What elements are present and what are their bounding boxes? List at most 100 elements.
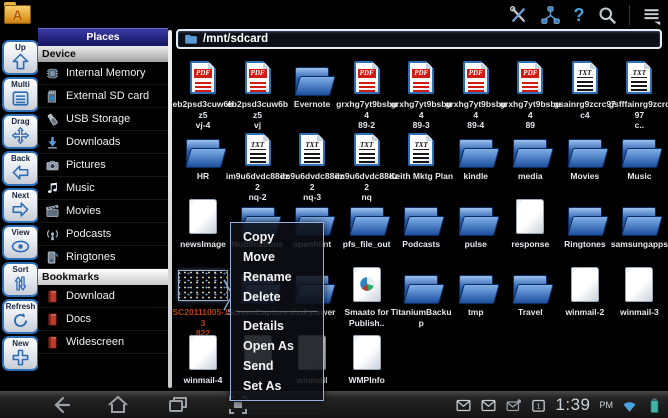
toolbar-button-sort[interactable]: Sort xyxy=(2,262,39,297)
file-item[interactable]: TXTim9u6dvdc88dz2 nq-3 xyxy=(285,130,339,203)
file-file-icon xyxy=(189,198,217,236)
file-item[interactable]: TXTKeith Mktg Plan xyxy=(394,130,448,182)
clock[interactable]: 1:39 xyxy=(555,391,590,418)
file-item[interactable]: PDFgrxhg7yt9bsbu4 89-4 xyxy=(449,58,503,131)
file-item[interactable]: TXTim9u6dvdc88dz2 nq xyxy=(340,130,394,203)
folder-item[interactable]: tmp xyxy=(449,266,503,318)
folder-item[interactable]: TitaniumBackup xyxy=(394,266,448,328)
sidebar-item-download[interactable]: Download xyxy=(38,285,168,308)
context-menu-item-details[interactable]: Details xyxy=(231,316,323,336)
search-icon[interactable] xyxy=(597,5,618,26)
folder-item[interactable]: Ringtones xyxy=(558,198,612,250)
pdf-file-icon: PDF xyxy=(190,58,216,96)
folder-item[interactable]: Music xyxy=(612,130,666,182)
sidebar-item-podcasts[interactable]: Podcasts xyxy=(38,223,168,246)
toolbar-button-refresh[interactable]: Refresh xyxy=(2,299,39,334)
context-menu-item-copy[interactable]: Copy xyxy=(231,227,323,247)
folder-item[interactable]: samsungapps xyxy=(612,198,666,250)
folder-item[interactable]: Travel xyxy=(503,266,557,318)
help-icon[interactable]: ? xyxy=(572,5,586,26)
toolbar-button-new[interactable]: New xyxy=(2,336,39,371)
pdf-file-icon: PDF xyxy=(463,58,489,96)
folder-item[interactable]: pfs_file_out xyxy=(340,198,394,250)
file-item[interactable]: newsImage xyxy=(176,198,230,250)
txt-file-icon: TXT xyxy=(245,130,271,168)
context-menu-item-delete[interactable]: Delete xyxy=(231,287,323,307)
file-item[interactable]: PDFgrxhg7yt9bsbu4 89 xyxy=(503,58,557,131)
toolbar-button-next[interactable]: Next xyxy=(2,188,39,223)
sidebar-item-internal-memory[interactable]: Internal Memory xyxy=(38,62,168,85)
txt-file-icon: TXT xyxy=(354,130,380,168)
email-alert-icon[interactable] xyxy=(505,397,522,414)
email-icon[interactable] xyxy=(455,397,472,414)
overflow-menu-icon[interactable] xyxy=(641,5,662,26)
folder-item[interactable]: kindle xyxy=(449,130,503,182)
toolbar-button-multi[interactable]: Multi xyxy=(2,77,39,112)
folder-item[interactable]: Evernote xyxy=(285,58,339,110)
toolbar-button-view[interactable]: View xyxy=(2,225,39,260)
network-icon[interactable] xyxy=(540,5,561,26)
drag-move-icon xyxy=(11,126,30,145)
astro-logo-letter: A xyxy=(4,6,31,24)
file-item[interactable]: TXTim9u6dvdc88dz2 nq-2 xyxy=(231,130,285,203)
sidebar-item-downloads[interactable]: Downloads xyxy=(38,131,168,154)
wifi-icon[interactable] xyxy=(621,397,638,414)
sidebar-item-label: Docs xyxy=(66,308,91,330)
folder-item[interactable]: media xyxy=(503,130,557,182)
email-icon[interactable] xyxy=(480,397,497,414)
context-menu-item-rename[interactable]: Rename xyxy=(231,267,323,287)
context-menu-item-set-as[interactable]: Set As xyxy=(231,376,323,396)
back-arrow-icon xyxy=(11,163,30,182)
folder-item[interactable]: pulse xyxy=(449,198,503,250)
pdf-file-icon: PDF xyxy=(517,58,543,96)
sidebar-item-label: Download xyxy=(66,285,115,307)
astro-app-icon[interactable]: A xyxy=(4,2,31,25)
context-menu-item-open-as[interactable]: Open As xyxy=(231,336,323,356)
back-nav-icon[interactable] xyxy=(48,393,74,417)
notification-tray[interactable]: 1 1:39PM xyxy=(455,391,663,418)
sidebar-item-music[interactable]: Music xyxy=(38,177,168,200)
file-item[interactable]: TXTgsainrg9zcrc97c4 xyxy=(558,58,612,120)
file-item[interactable]: winmail-4 xyxy=(176,334,230,386)
sidebar-item-widescreen[interactable]: Widescreen xyxy=(38,331,168,354)
sidebar-item-pictures[interactable]: Pictures xyxy=(38,154,168,177)
tools-icon[interactable] xyxy=(508,5,529,26)
sidebar-item-ringtones[interactable]: Ringtones xyxy=(38,246,168,269)
file-item[interactable]: PDFeb2psd3cuw6bz5 vj-4 xyxy=(176,58,230,131)
toolbar-button-drag[interactable]: Drag xyxy=(2,114,39,149)
txt-file-icon: TXT xyxy=(572,58,598,96)
battery-icon[interactable] xyxy=(646,397,663,414)
folder-item[interactable]: HR xyxy=(176,130,230,182)
file-item[interactable]: winmail-3 xyxy=(612,266,666,318)
file-item-selected[interactable]: SC20111005-133 822 xyxy=(176,266,230,339)
toolbar-button-label: Sort xyxy=(4,265,37,274)
sidebar-item-docs[interactable]: Docs xyxy=(38,308,168,331)
path-bar[interactable]: /mnt/sdcard xyxy=(176,29,662,49)
recents-nav-icon[interactable] xyxy=(166,393,192,417)
folder-icon xyxy=(401,266,441,304)
sidebar-item-usb-storage[interactable]: USB Storage xyxy=(38,108,168,131)
file-item[interactable]: Smaato for Publish.. xyxy=(340,266,394,328)
download-arrow-icon xyxy=(45,135,60,150)
sidebar-item-external-sd-card[interactable]: External SD card xyxy=(38,85,168,108)
folder-icon xyxy=(292,58,332,96)
toolbar-button-back[interactable]: Back xyxy=(2,151,39,186)
context-menu-item-move[interactable]: Move xyxy=(231,247,323,267)
toolbar-button-label: Refresh xyxy=(4,302,37,311)
top-strip: A ? xyxy=(0,0,668,28)
context-menu-item-send[interactable]: Send xyxy=(231,356,323,376)
file-item[interactable]: WMPInfo xyxy=(340,334,394,386)
sidebar-item-movies[interactable]: Movies xyxy=(38,200,168,223)
file-item[interactable]: PDFgrxhg7yt9bsbu4 89-2 xyxy=(340,58,394,131)
folder-item[interactable]: Movies xyxy=(558,130,612,182)
file-item[interactable]: TXTgsfffainrg9zcrc97 c.. xyxy=(612,58,666,131)
toolbar-button-up[interactable]: Up xyxy=(2,40,39,75)
home-nav-icon[interactable] xyxy=(106,393,132,417)
folder-item[interactable]: Podcasts xyxy=(394,198,448,250)
file-item[interactable]: winmail-2 xyxy=(558,266,612,318)
calendar-icon[interactable]: 1 xyxy=(530,397,547,414)
file-item[interactable]: PDFeb2psd3cuw6bz5 vj xyxy=(231,58,285,131)
item-label: Music xyxy=(607,171,668,182)
file-item[interactable]: PDFgrxhg7yt9bsbu4 89-3 xyxy=(394,58,448,131)
file-item[interactable]: response xyxy=(503,198,557,250)
